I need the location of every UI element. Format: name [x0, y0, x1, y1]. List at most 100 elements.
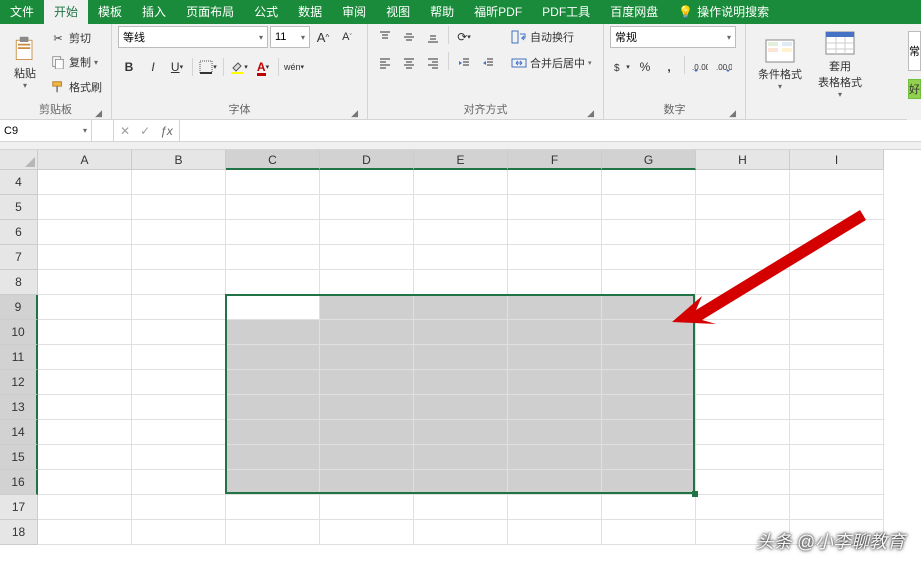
cell-C16[interactable]	[226, 470, 320, 495]
increase-font-button[interactable]: A^	[312, 26, 334, 48]
decrease-decimal-button[interactable]: .00.0	[713, 56, 735, 78]
formula-input[interactable]	[180, 120, 921, 141]
cell-D11[interactable]	[320, 345, 414, 370]
cell-B18[interactable]	[132, 520, 226, 545]
cell-G18[interactable]	[602, 520, 696, 545]
cell-I11[interactable]	[790, 345, 884, 370]
cell-I7[interactable]	[790, 245, 884, 270]
cell-D14[interactable]	[320, 420, 414, 445]
cell-F5[interactable]	[508, 195, 602, 220]
column-headers[interactable]: ABCDEFGHI	[38, 150, 921, 170]
menu-tab-insert[interactable]: 插入	[132, 0, 176, 24]
format-painter-button[interactable]: 格式刷	[48, 76, 104, 98]
cell-A12[interactable]	[38, 370, 132, 395]
cell-I13[interactable]	[790, 395, 884, 420]
cell-I5[interactable]	[790, 195, 884, 220]
cell-H12[interactable]	[696, 370, 790, 395]
cell-I14[interactable]	[790, 420, 884, 445]
cell-E9[interactable]	[414, 295, 508, 320]
cell-G10[interactable]	[602, 320, 696, 345]
row-header-6[interactable]: 6	[0, 220, 38, 245]
cell-E15[interactable]	[414, 445, 508, 470]
cell-F10[interactable]	[508, 320, 602, 345]
cell-H4[interactable]	[696, 170, 790, 195]
col-header-D[interactable]: D	[320, 150, 414, 170]
cell-F6[interactable]	[508, 220, 602, 245]
row-header-11[interactable]: 11	[0, 345, 38, 370]
cell-I9[interactable]	[790, 295, 884, 320]
cell-D18[interactable]	[320, 520, 414, 545]
cell-H6[interactable]	[696, 220, 790, 245]
cell-I4[interactable]	[790, 170, 884, 195]
cut-button[interactable]: ✂ 剪切	[48, 27, 104, 49]
cell-A15[interactable]	[38, 445, 132, 470]
cell-G6[interactable]	[602, 220, 696, 245]
cell-G5[interactable]	[602, 195, 696, 220]
cell-F16[interactable]	[508, 470, 602, 495]
cell-G13[interactable]	[602, 395, 696, 420]
cell-B11[interactable]	[132, 345, 226, 370]
cell-H10[interactable]	[696, 320, 790, 345]
menu-tab-layout[interactable]: 页面布局	[176, 0, 244, 24]
cell-I15[interactable]	[790, 445, 884, 470]
cell-B15[interactable]	[132, 445, 226, 470]
cell-A6[interactable]	[38, 220, 132, 245]
row-header-18[interactable]: 18	[0, 520, 38, 545]
cell-F15[interactable]	[508, 445, 602, 470]
name-box[interactable]: C9▾	[0, 120, 92, 141]
row-header-10[interactable]: 10	[0, 320, 38, 345]
cell-A18[interactable]	[38, 520, 132, 545]
cell-C10[interactable]	[226, 320, 320, 345]
col-header-I[interactable]: I	[790, 150, 884, 170]
cell-A5[interactable]	[38, 195, 132, 220]
dialog-launcher-icon[interactable]: ◢	[348, 108, 361, 119]
row-header-7[interactable]: 7	[0, 245, 38, 270]
cell-I8[interactable]	[790, 270, 884, 295]
row-header-5[interactable]: 5	[0, 195, 38, 220]
row-header-12[interactable]: 12	[0, 370, 38, 395]
row-header-4[interactable]: 4	[0, 170, 38, 195]
menu-tab-formula[interactable]: 公式	[244, 0, 288, 24]
row-header-8[interactable]: 8	[0, 270, 38, 295]
borders-button[interactable]: ▾	[197, 56, 219, 78]
row-header-17[interactable]: 17	[0, 495, 38, 520]
cell-H9[interactable]	[696, 295, 790, 320]
cells-area[interactable]	[38, 170, 921, 545]
row-header-16[interactable]: 16	[0, 470, 38, 495]
cell-E8[interactable]	[414, 270, 508, 295]
decrease-indent-button[interactable]	[453, 52, 475, 74]
cell-E5[interactable]	[414, 195, 508, 220]
cell-F13[interactable]	[508, 395, 602, 420]
cell-G17[interactable]	[602, 495, 696, 520]
increase-decimal-button[interactable]: .0.00	[689, 56, 711, 78]
cell-E10[interactable]	[414, 320, 508, 345]
cell-B9[interactable]	[132, 295, 226, 320]
cell-B16[interactable]	[132, 470, 226, 495]
cell-F11[interactable]	[508, 345, 602, 370]
cancel-formula-icon[interactable]: ✕	[120, 124, 130, 138]
cell-A14[interactable]	[38, 420, 132, 445]
cell-E14[interactable]	[414, 420, 508, 445]
align-bottom-button[interactable]	[422, 26, 444, 48]
cell-D12[interactable]	[320, 370, 414, 395]
cell-A11[interactable]	[38, 345, 132, 370]
cell-I10[interactable]	[790, 320, 884, 345]
format-table-button[interactable]: 套用 表格格式 ▾	[812, 26, 868, 103]
cell-H5[interactable]	[696, 195, 790, 220]
cell-E7[interactable]	[414, 245, 508, 270]
cell-A13[interactable]	[38, 395, 132, 420]
cell-G4[interactable]	[602, 170, 696, 195]
cell-C18[interactable]	[226, 520, 320, 545]
menu-tab-view[interactable]: 视图	[376, 0, 420, 24]
cell-E6[interactable]	[414, 220, 508, 245]
col-header-A[interactable]: A	[38, 150, 132, 170]
phonetic-button[interactable]: wén▾	[283, 56, 305, 78]
cell-D5[interactable]	[320, 195, 414, 220]
cell-G8[interactable]	[602, 270, 696, 295]
cell-style-normal-partial[interactable]: 常	[908, 31, 921, 71]
cell-B4[interactable]	[132, 170, 226, 195]
cell-A8[interactable]	[38, 270, 132, 295]
cell-C12[interactable]	[226, 370, 320, 395]
cell-H17[interactable]	[696, 495, 790, 520]
cell-E16[interactable]	[414, 470, 508, 495]
